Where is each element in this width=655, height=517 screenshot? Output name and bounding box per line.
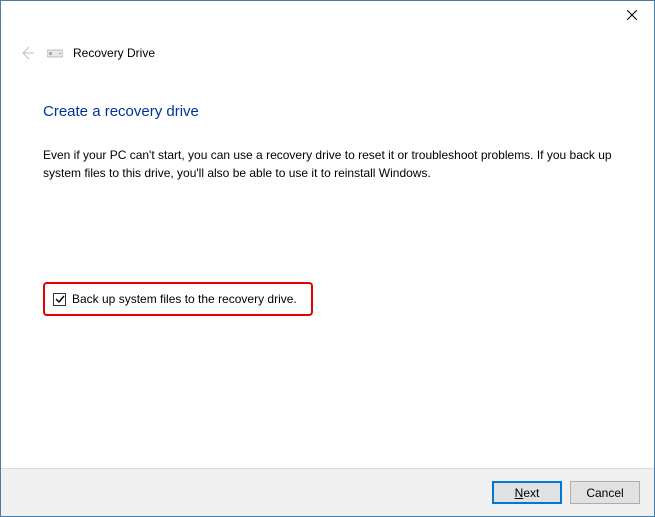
close-button[interactable]	[609, 1, 654, 29]
titlebar	[1, 1, 654, 31]
wizard-content: Create a recovery drive Even if your PC …	[1, 63, 654, 316]
wizard-footer: Next Cancel	[1, 468, 654, 516]
backup-checkbox-label: Back up system files to the recovery dri…	[72, 292, 297, 306]
back-arrow-icon	[19, 45, 35, 61]
drive-icon	[47, 47, 63, 59]
backup-checkbox[interactable]	[53, 293, 66, 306]
next-button[interactable]: Next	[492, 481, 562, 504]
cancel-button[interactable]: Cancel	[570, 481, 640, 504]
page-heading: Create a recovery drive	[43, 103, 612, 120]
highlight-annotation: Back up system files to the recovery dri…	[43, 282, 313, 316]
next-button-rest: ext	[523, 486, 539, 500]
wizard-header: Recovery Drive	[1, 31, 654, 63]
close-icon	[627, 10, 637, 20]
page-description: Even if your PC can't start, you can use…	[43, 146, 612, 182]
back-button[interactable]	[17, 43, 37, 63]
wizard-title: Recovery Drive	[73, 46, 155, 60]
backup-checkbox-row[interactable]: Back up system files to the recovery dri…	[53, 292, 297, 306]
checkmark-icon	[55, 294, 65, 304]
